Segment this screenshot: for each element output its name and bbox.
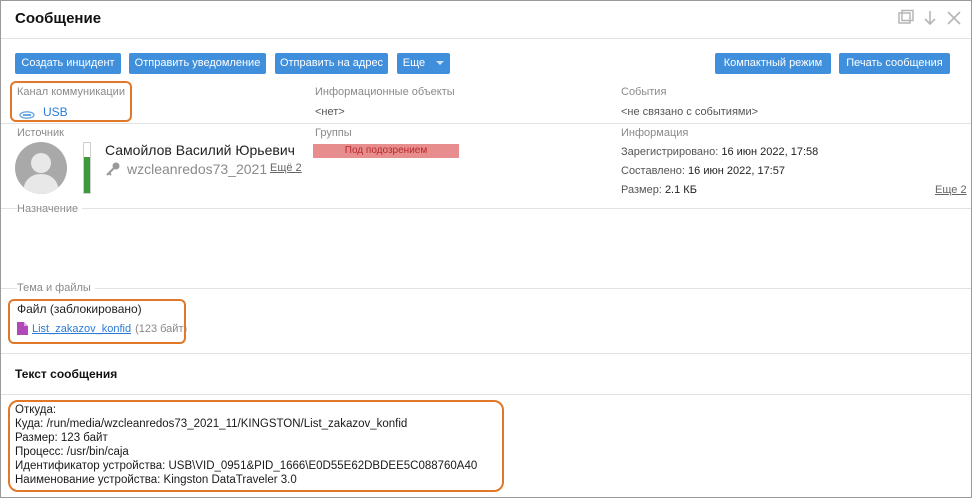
more-label: Еще: [402, 57, 426, 69]
composed-value: 16 июн 2022, 17:57: [688, 165, 785, 177]
channel-highlight: [10, 81, 132, 122]
events-value: <не связано с событиями>: [621, 106, 759, 118]
source-more-link[interactable]: Ещё 2: [270, 162, 302, 174]
events-label: События: [621, 86, 667, 98]
row-divider-3: [1, 288, 971, 289]
create-incident-button[interactable]: Создать инцидент: [15, 53, 121, 74]
topic-label: Тема и файлы: [17, 282, 95, 294]
source-name: Самойлов Василий Юрьевич: [105, 142, 295, 158]
message-header: Текст сообщения: [15, 367, 118, 381]
more-dropdown-button[interactable]: Еще: [397, 53, 450, 74]
window-controls: [897, 9, 963, 27]
row-divider-2: [1, 208, 971, 209]
source-account: wzcleanredos73_2021: [105, 161, 267, 177]
size-row: Размер: 2.1 КБ: [621, 184, 697, 196]
account-name: wzcleanredos73_2021: [127, 161, 267, 177]
status-level-bar: [83, 142, 91, 194]
size-label: Размер:: [621, 184, 662, 196]
message-window: Сообщение Создать инцидент Отправить уве…: [0, 0, 972, 498]
file-highlight: [8, 299, 186, 344]
close-icon[interactable]: [945, 9, 963, 27]
registered-row: Зарегистрировано: 16 июн 2022, 17:58: [621, 146, 818, 158]
compact-mode-button[interactable]: Компактный режим: [715, 53, 831, 74]
message-highlight: [8, 400, 504, 492]
status-badge: Под подозрением: [313, 144, 459, 158]
send-to-address-button[interactable]: Отправить на адрес: [275, 53, 388, 74]
registered-value: 16 июн 2022, 17:58: [721, 146, 819, 158]
destination-label: Назначение: [17, 203, 83, 215]
information-label: Информация: [621, 127, 689, 139]
avatar: [15, 142, 67, 194]
window-title: Сообщение: [15, 10, 102, 27]
registered-label: Зарегистрировано:: [621, 146, 719, 158]
composed-label: Составлено:: [621, 165, 685, 177]
info-objects-value: <нет>: [315, 106, 345, 118]
send-notification-button[interactable]: Отправить уведомление: [129, 53, 266, 74]
source-label: Источник: [17, 127, 64, 139]
header-divider: [1, 38, 971, 39]
arrow-down-icon[interactable]: [921, 9, 939, 27]
row-divider-1: [1, 123, 971, 124]
info-objects-label: Информационные объекты: [315, 86, 455, 98]
restore-icon[interactable]: [897, 9, 915, 27]
row-divider-5: [1, 394, 971, 395]
status-level-fill: [84, 157, 90, 193]
row-divider-4: [1, 353, 971, 354]
information-more-link[interactable]: Еще 2: [935, 184, 967, 196]
chevron-down-icon: [436, 61, 445, 66]
composed-row: Составлено: 16 июн 2022, 17:57: [621, 165, 785, 177]
size-value: 2.1 КБ: [664, 184, 697, 196]
print-message-button[interactable]: Печать сообщения: [839, 53, 950, 74]
key-icon: [105, 161, 121, 177]
groups-label: Группы: [315, 127, 352, 139]
